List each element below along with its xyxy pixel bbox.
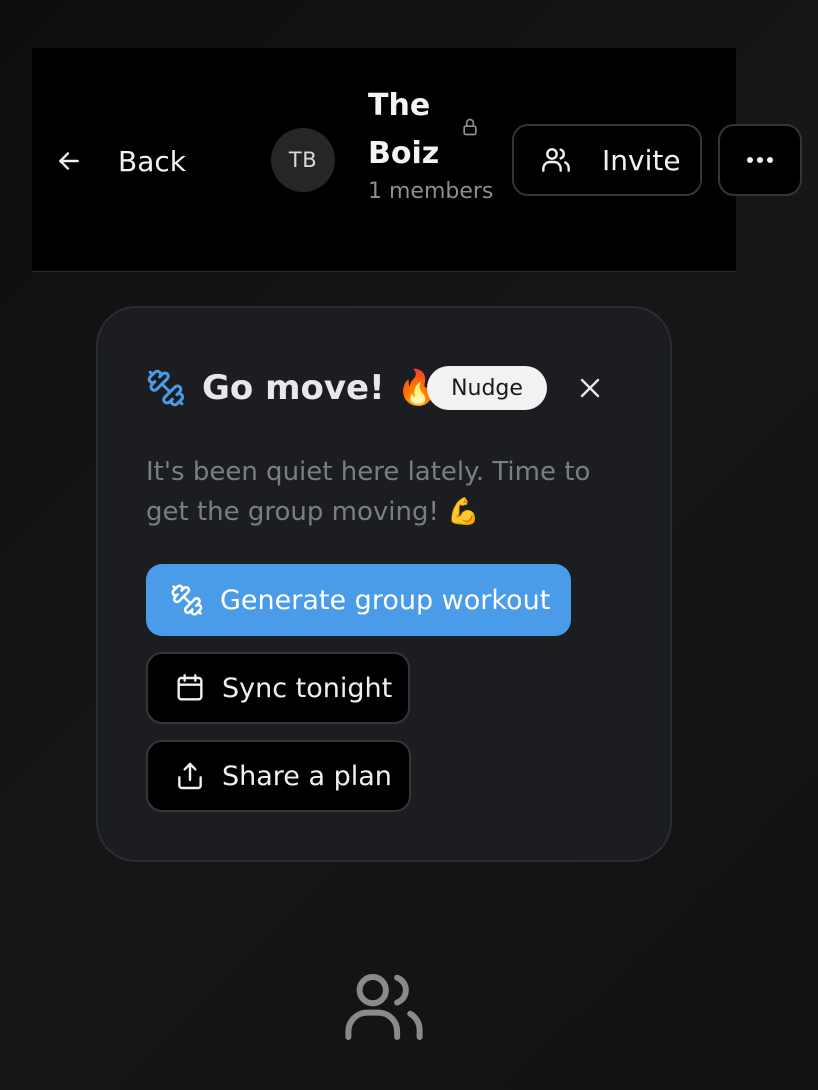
- invite-button[interactable]: Invite: [512, 124, 702, 196]
- share-plan-label: Share a plan: [222, 760, 392, 792]
- nudge-message: It's been quiet here lately. Time to get…: [146, 457, 591, 527]
- close-icon: [578, 376, 602, 400]
- nudge-badge-label: Nudge: [451, 375, 523, 401]
- back-button[interactable]: Back: [56, 136, 186, 186]
- users-icon: [336, 962, 432, 1052]
- group-avatar[interactable]: TB: [271, 128, 335, 192]
- share-plan-button[interactable]: Share a plan: [146, 740, 411, 812]
- users-icon: [540, 144, 572, 176]
- lock-icon: [460, 117, 480, 137]
- back-label: Back: [118, 144, 186, 178]
- member-count: 1 members: [368, 179, 494, 204]
- share-icon: [174, 760, 206, 792]
- nudge-badge: Nudge: [427, 366, 547, 410]
- sync-tonight-button[interactable]: Sync tonight: [146, 652, 410, 724]
- generate-workout-label: Generate group workout: [220, 584, 551, 616]
- avatar-initials: TB: [288, 148, 318, 172]
- more-options-button[interactable]: [718, 124, 802, 196]
- invite-label: Invite: [602, 143, 681, 177]
- calendar-icon: [174, 672, 206, 704]
- dumbbell-icon: [146, 368, 186, 408]
- group-chat-screen: Back TB The Boiz 1 members Invite Go mov…: [0, 0, 818, 1090]
- nudge-title: Go move! 🔥: [202, 368, 439, 408]
- close-button[interactable]: [574, 372, 606, 404]
- group-name: The Boiz: [368, 88, 440, 171]
- dumbbell-icon: [170, 583, 204, 617]
- generate-workout-button[interactable]: Generate group workout: [146, 564, 571, 636]
- arrow-left-icon: [56, 148, 82, 174]
- more-horizontal-icon: [746, 156, 774, 164]
- sync-tonight-label: Sync tonight: [222, 672, 393, 704]
